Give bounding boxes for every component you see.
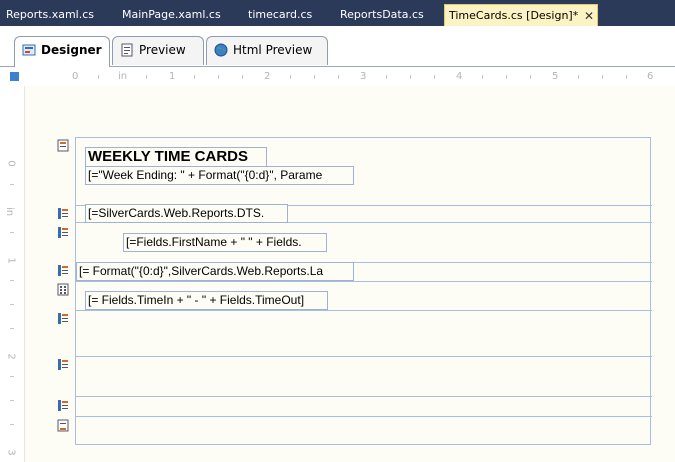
ruler-number: 4 xyxy=(456,71,463,82)
designer-icon xyxy=(22,44,36,56)
doc-tab-label: TimeCards.cs [Design]* xyxy=(449,9,579,22)
ruler-tick xyxy=(98,75,99,79)
tab-label: Designer xyxy=(41,43,102,57)
ruler-tick xyxy=(194,75,195,79)
preview-icon xyxy=(121,43,133,57)
ruler-tick xyxy=(10,184,14,185)
ruler-tick xyxy=(506,75,507,79)
week-ending-textbox[interactable]: [="Week Ending: " + Format("{0:d}", Para… xyxy=(85,166,354,185)
dts-textbox[interactable]: [=SilverCards.Web.Reports.DTS. xyxy=(85,204,288,223)
globe-icon xyxy=(214,43,228,57)
ruler-unit: in xyxy=(4,206,16,217)
ruler-tick xyxy=(482,75,483,79)
ruler-tick xyxy=(626,75,627,79)
tab-html-preview[interactable]: Html Preview xyxy=(206,36,328,65)
ruler-number: 0 xyxy=(72,71,79,82)
ruler-tick xyxy=(602,75,603,79)
band-divider xyxy=(75,281,652,282)
tab-label: Preview xyxy=(139,43,186,57)
horizontal-ruler: 0 in 1 2 3 4 5 6 xyxy=(0,67,675,87)
band-divider xyxy=(75,416,652,417)
ruler-unit: in xyxy=(118,71,128,82)
detail-section-icon[interactable] xyxy=(57,283,69,296)
ruler-tick xyxy=(290,75,291,79)
tab-label: Html Preview xyxy=(233,43,313,57)
report-title-textbox[interactable]: WEEKLY TIME CARDS xyxy=(85,147,267,167)
ruler-tick xyxy=(10,424,14,425)
ruler-tick xyxy=(10,328,14,329)
doc-tab-mainpage-xaml-cs[interactable]: MainPage.xaml.cs xyxy=(122,4,221,26)
group-header-icon[interactable] xyxy=(57,264,69,277)
ruler-tick xyxy=(10,376,14,377)
tab-preview[interactable]: Preview xyxy=(112,36,204,65)
ruler-number: 0 xyxy=(5,160,17,167)
close-icon[interactable]: ✕ xyxy=(584,5,594,27)
ruler-tick xyxy=(434,75,435,79)
report-header-icon[interactable] xyxy=(57,139,69,152)
format-date-textbox[interactable]: [= Format("{0:d}",SilverCards.Web.Report… xyxy=(76,262,354,281)
doc-tab-reports-xaml-cs[interactable]: Reports.xaml.cs xyxy=(6,4,94,26)
name-textbox[interactable]: [=Fields.FirstName + " " + Fields. xyxy=(123,233,327,252)
ruler-number: 1 xyxy=(169,71,176,82)
ruler-tick xyxy=(146,75,147,79)
doc-tab-reportsdata-cs[interactable]: ReportsData.cs xyxy=(340,4,424,26)
ruler-number: 3 xyxy=(5,449,17,456)
doc-tab-timecards-design[interactable]: TimeCards.cs [Design]* ✕ xyxy=(444,4,598,26)
group-footer-icon[interactable] xyxy=(57,312,69,325)
ruler-number: 2 xyxy=(5,353,17,360)
ruler-tick xyxy=(218,75,219,79)
ruler-number: 6 xyxy=(647,71,654,82)
doc-tab-timecard-cs[interactable]: timecard.cs xyxy=(248,4,312,26)
view-tab-strip: Designer Preview Html Preview xyxy=(0,26,675,67)
ruler-corner-marker[interactable] xyxy=(10,72,19,81)
vertical-ruler: 0 in 1 2 3 xyxy=(0,86,25,462)
ruler-tick xyxy=(410,75,411,79)
group-header-icon[interactable] xyxy=(57,207,69,220)
ruler-tick xyxy=(578,75,579,79)
ruler-number: 3 xyxy=(360,71,367,82)
band-divider xyxy=(75,356,652,357)
group-header-icon[interactable] xyxy=(57,226,69,239)
band-divider xyxy=(75,310,652,311)
tab-designer[interactable]: Designer xyxy=(14,36,110,67)
ruler-tick xyxy=(10,304,14,305)
ruler-tick xyxy=(386,75,387,79)
ruler-number: 1 xyxy=(5,257,17,264)
ruler-tick xyxy=(314,75,315,79)
ruler-tick xyxy=(338,75,339,79)
time-in-out-textbox[interactable]: [= Fields.TimeIn + " - " + Fields.TimeOu… xyxy=(85,291,328,310)
ruler-tick xyxy=(10,232,14,233)
report-footer-icon[interactable] xyxy=(57,419,69,432)
document-tab-strip: Reports.xaml.cs MainPage.xaml.cs timecar… xyxy=(0,0,675,26)
group-footer-icon[interactable] xyxy=(57,358,69,371)
ruler-tick xyxy=(242,75,243,79)
ruler-tick xyxy=(530,75,531,79)
ruler-tick xyxy=(10,400,14,401)
band-divider xyxy=(75,396,652,397)
ruler-number: 5 xyxy=(552,71,559,82)
ruler-number: 2 xyxy=(264,71,271,82)
group-footer-icon[interactable] xyxy=(57,399,69,412)
ruler-tick xyxy=(10,280,14,281)
